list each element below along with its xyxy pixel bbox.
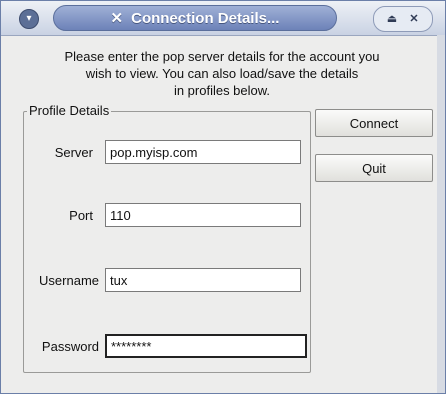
window-right-border — [437, 35, 445, 393]
intro-line-3: in profiles below. — [173, 83, 271, 98]
username-label: Username — [39, 273, 99, 288]
window-controls — [373, 6, 433, 32]
eject-icon: ⏏ — [386, 12, 398, 25]
password-input[interactable] — [105, 334, 307, 358]
password-label: Password — [41, 339, 99, 354]
close-button[interactable]: ✕ — [405, 9, 423, 27]
server-label: Server — [54, 145, 93, 160]
shade-button[interactable]: ⏏ — [383, 9, 401, 27]
connect-button[interactable]: Connect — [315, 109, 433, 137]
x-logo-icon: ✕ — [110, 10, 124, 27]
intro-line-2: wish to view. You can also load/save the… — [85, 66, 359, 81]
close-icon: ✕ — [409, 12, 419, 25]
server-input[interactable] — [105, 140, 301, 164]
quit-button[interactable]: Quit — [315, 154, 433, 182]
port-label: Port — [69, 208, 93, 223]
profile-details-legend: Profile Details — [27, 103, 112, 118]
intro-line-1: Please enter the pop server details for … — [64, 49, 380, 64]
window-title-text: Connection Details... — [131, 9, 280, 27]
username-input[interactable] — [105, 268, 301, 292]
connection-details-window: ▾ ✕ Connection Details... ⏏ ✕ Please ent… — [0, 0, 446, 394]
window-menu-button[interactable]: ▾ — [19, 9, 39, 29]
port-input[interactable] — [105, 203, 301, 227]
window-title: ✕ Connection Details... — [53, 5, 337, 31]
intro-text: Please enter the pop server details for … — [19, 48, 425, 99]
chevron-down-icon: ▾ — [26, 13, 32, 24]
title-bar[interactable]: ▾ ✕ Connection Details... ⏏ ✕ — [1, 1, 445, 36]
